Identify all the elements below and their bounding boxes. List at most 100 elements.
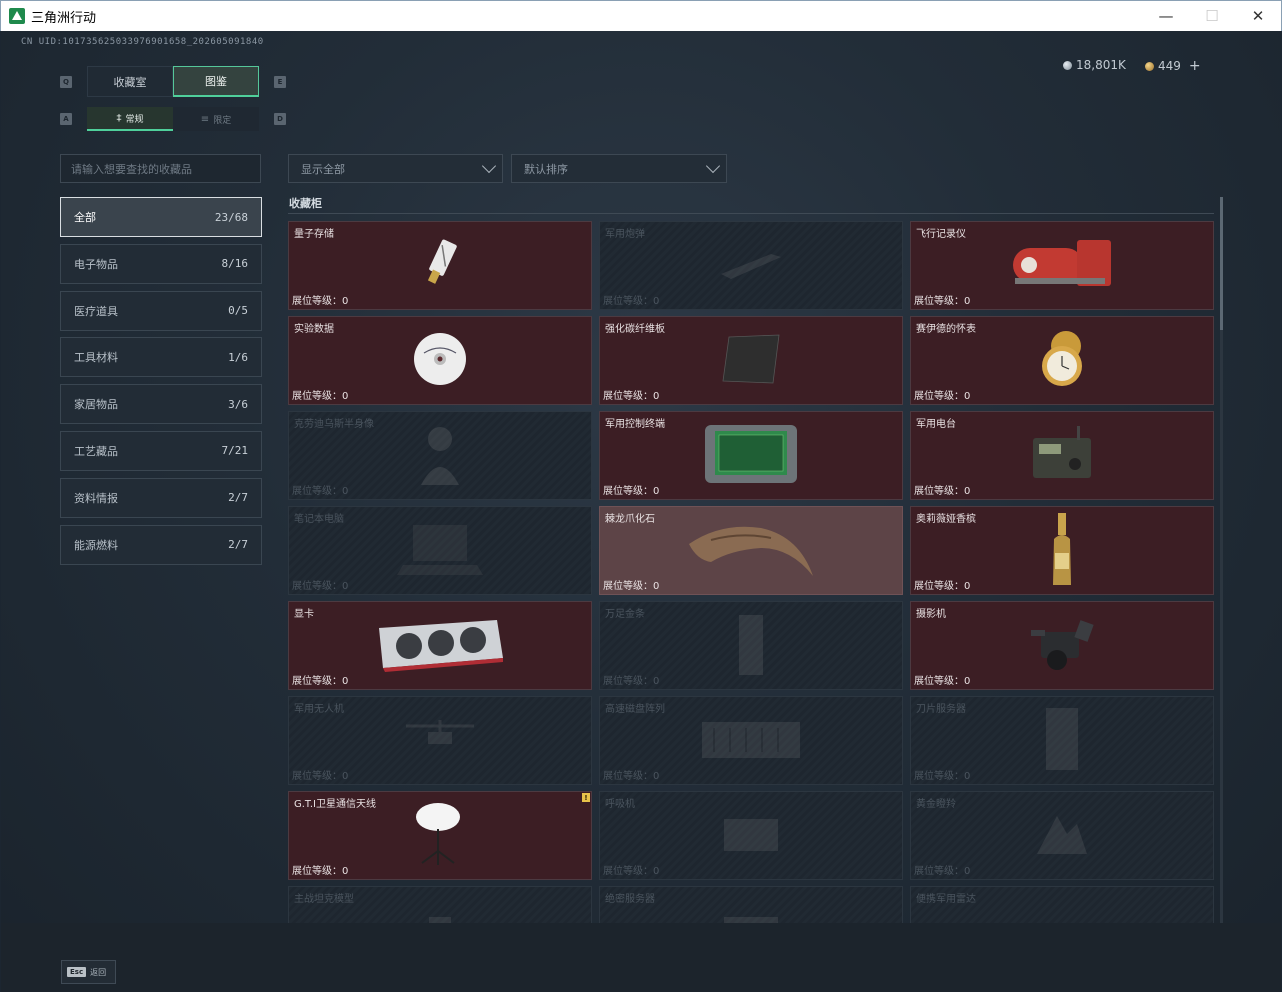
sub-tabs: ‡ 常规 ≡ 限定: [87, 107, 259, 131]
level-label: 展位等级：: [603, 866, 653, 877]
search-input[interactable]: 请输入想要查找的收藏品: [60, 154, 261, 183]
collection-card[interactable]: G.T.I卫星通信天线 展位等级：0!: [288, 791, 592, 880]
collection-grid-viewport[interactable]: 量子存储 展位等级：0 军用炮弹 展位等级：0 飞行记录仪 展位等级：0 实验数据 展位等级：…: [288, 221, 1215, 925]
collection-card[interactable]: 克劳迪乌斯半身像 展位等级：0: [288, 411, 592, 500]
category-label: 医疗道具: [74, 304, 118, 318]
collection-card[interactable]: 军用无人机 展位等级：0: [288, 696, 592, 785]
radio-icon: [1027, 424, 1097, 488]
section-divider: [288, 213, 1214, 214]
card-name: 赛伊德的怀表: [916, 324, 976, 335]
level-value: 0: [342, 866, 349, 877]
card-name: 实验数据: [294, 324, 334, 335]
collection-card[interactable]: 奥莉薇娅香槟 展位等级：0: [910, 506, 1214, 595]
drone-icon: [400, 714, 480, 768]
tab-catalog[interactable]: 图鉴: [173, 66, 259, 97]
collection-card[interactable]: 赛伊德的怀表 展位等级：0: [910, 316, 1214, 405]
category-item[interactable]: 资料情报 2/7: [60, 477, 262, 518]
card-level: 展位等级：0: [603, 767, 659, 782]
category-item[interactable]: 家居物品 3/6: [60, 384, 262, 425]
maximize-button[interactable]: ☐: [1189, 1, 1235, 31]
level-value: 0: [653, 296, 660, 307]
level-label: 展位等级：: [292, 866, 342, 877]
gold-bar-icon: [731, 609, 771, 683]
bottom-bar: [1, 923, 1281, 992]
collection-card[interactable]: 笔记本电脑 展位等级：0: [288, 506, 592, 595]
category-item[interactable]: 工艺藏品 7/21: [60, 430, 262, 471]
card-name: G.T.I卫星通信天线: [294, 799, 376, 810]
level-label: 展位等级：: [914, 486, 964, 497]
pocket-watch-icon: [1032, 324, 1092, 398]
collection-card[interactable]: 军用炮弹 展位等级：0: [599, 221, 903, 310]
grid-scrollbar[interactable]: [1220, 197, 1223, 923]
back-button[interactable]: Esc 返回: [61, 960, 116, 984]
laptop-icon: [395, 519, 485, 583]
card-level: 展位等级：0: [914, 292, 970, 307]
app-logo-icon: [9, 8, 25, 24]
tab-collection-room[interactable]: 收藏室: [87, 66, 173, 97]
collection-card[interactable]: 黄金瞪羚 展位等级：0: [910, 791, 1214, 880]
level-label: 展位等级：: [914, 771, 964, 782]
camera-icon: [1027, 614, 1097, 678]
graphics-card-icon: [375, 614, 505, 678]
card-level: 展位等级：0: [292, 577, 348, 592]
card-name: 量子存储: [294, 229, 334, 240]
collection-card[interactable]: 主战坦克模型展位等级：0: [288, 886, 592, 925]
category-list: 全部 23/68 电子物品 8/16 医疗道具 0/5 工具材料 1/6 家居物品 3/6 工艺藏品…: [60, 197, 262, 571]
card-name: 黄金瞪羚: [916, 799, 956, 810]
collection-card[interactable]: 绝密服务器展位等级：0: [599, 886, 903, 925]
minimize-button[interactable]: —: [1143, 1, 1189, 31]
level-label: 展位等级：: [292, 676, 342, 687]
category-item[interactable]: 电子物品 8/16: [60, 243, 262, 284]
level-label: 展位等级：: [603, 676, 653, 687]
ventilator-icon: [716, 809, 786, 863]
card-level: 展位等级：0: [292, 387, 348, 402]
level-value: 0: [653, 581, 660, 592]
limited-icon: ≡: [200, 113, 210, 125]
close-button[interactable]: ✕: [1235, 1, 1281, 31]
category-item[interactable]: 全部 23/68: [60, 197, 262, 237]
window-title: 三角洲行动: [31, 10, 97, 26]
collection-card[interactable]: 棘龙爪化石 展位等级：0: [599, 506, 903, 595]
collection-card[interactable]: 军用电台 展位等级：0: [910, 411, 1214, 500]
subtab-limited[interactable]: ≡ 限定: [173, 107, 259, 131]
subtab-regular-label: 常规: [125, 114, 144, 125]
blade-server-icon: [1032, 704, 1092, 778]
section-title: 收藏柜: [289, 197, 322, 210]
collection-card[interactable]: 刀片服务器 展位等级：0: [910, 696, 1214, 785]
category-count: 23/68: [214, 210, 248, 224]
category-label: 工具材料: [74, 351, 118, 365]
category-item[interactable]: 工具材料 1/6: [60, 337, 262, 378]
silver-currency: 18,801K: [1063, 58, 1126, 72]
card-name: 军用炮弹: [605, 229, 645, 240]
collection-card[interactable]: 量子存储 展位等级：0: [288, 221, 592, 310]
regular-icon: ‡: [116, 112, 122, 124]
collection-card[interactable]: 飞行记录仪 展位等级：0: [910, 221, 1214, 310]
collection-card[interactable]: 强化碳纤维板 展位等级：0: [599, 316, 903, 405]
level-value: 0: [653, 486, 660, 497]
category-item[interactable]: 医疗道具 0/5: [60, 290, 262, 331]
card-level: 展位等级：0: [603, 387, 659, 402]
add-currency-button[interactable]: +: [1189, 58, 1201, 74]
collection-card[interactable]: 实验数据展位等级：0: [288, 316, 592, 405]
category-count: 2/7: [228, 491, 248, 505]
level-value: 0: [964, 676, 971, 687]
display-filter-dropdown[interactable]: 显示全部: [288, 154, 503, 183]
level-value: 0: [653, 866, 660, 877]
sort-dropdown[interactable]: 默认排序: [511, 154, 727, 183]
collection-card[interactable]: 便携军用雷达展位等级：0: [910, 886, 1214, 925]
collection-card[interactable]: 摄影机 展位等级：0: [910, 601, 1214, 690]
category-item[interactable]: 能源燃料 2/7: [60, 524, 262, 565]
category-label: 工艺藏品: [74, 444, 118, 458]
subtab-regular[interactable]: ‡ 常规: [87, 107, 173, 131]
level-label: 展位等级：: [914, 676, 964, 687]
collection-card[interactable]: 呼吸机 展位等级：0: [599, 791, 903, 880]
collection-card[interactable]: 军用控制终端 展位等级：0: [599, 411, 903, 500]
card-level: 展位等级：0: [914, 672, 970, 687]
collection-card[interactable]: 万足金条 展位等级：0: [599, 601, 903, 690]
scrollbar-thumb[interactable]: [1220, 197, 1223, 330]
collection-card[interactable]: 显卡 展位等级：0: [288, 601, 592, 690]
collection-card[interactable]: 高速磁盘阵列 展位等级：0: [599, 696, 903, 785]
tab-left-key-hint: Q: [60, 76, 72, 88]
usb-drive-icon: [410, 234, 470, 298]
card-name: 克劳迪乌斯半身像: [294, 419, 374, 430]
